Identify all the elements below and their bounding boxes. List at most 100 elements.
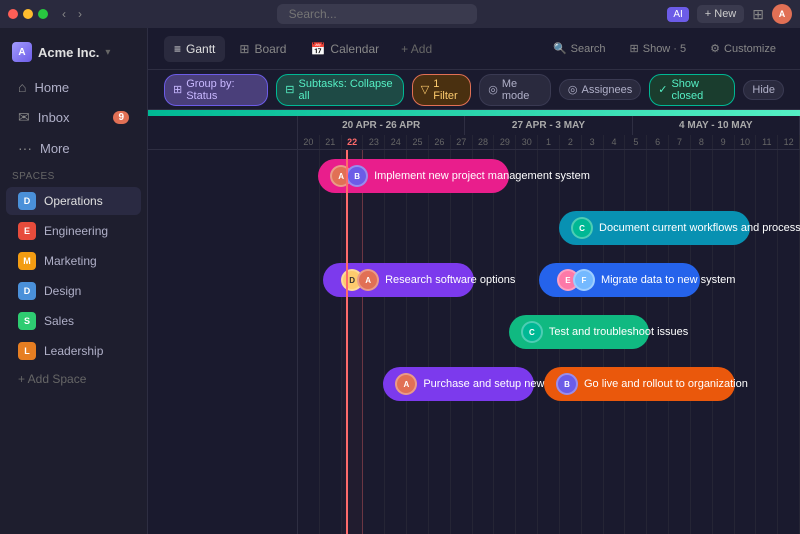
titlebar: ‹ › AI + New ⊞ A [0, 0, 800, 28]
task-avatars-purchase: A [395, 373, 417, 395]
tab-board[interactable]: ⊞ Board [229, 36, 296, 62]
board-label: Board [254, 42, 286, 56]
tab-calendar[interactable]: 📅 Calendar [300, 36, 389, 62]
calendar-icon: 📅 [310, 42, 325, 56]
timeline-header: 20 APR - 26 APR 27 APR - 3 MAY 4 MAY - 1… [148, 116, 800, 150]
avatar-7: F [573, 269, 595, 291]
filter-bar: ⊞ Group by: Status ⊟ Subtasks: Collapse … [148, 70, 800, 110]
close-dot[interactable] [8, 9, 18, 19]
ai-badge: AI [667, 7, 688, 22]
date-ranges: 20 APR - 26 APR 27 APR - 3 MAY 4 MAY - 1… [298, 116, 800, 135]
hide-label: Hide [752, 84, 775, 96]
design-label: Design [44, 284, 81, 298]
task-label-migrate: Migrate data to new system [601, 274, 736, 286]
sidebar-item-design[interactable]: D Design [6, 277, 141, 305]
day-26: 26 [429, 135, 451, 149]
day-3: 3 [582, 135, 604, 149]
tab-gantt[interactable]: ≡ Gantt [164, 36, 225, 62]
subtasks-label: Subtasks: Collapse all [299, 78, 395, 102]
sidebar-item-more[interactable]: ··· More [6, 134, 141, 162]
show-icon: ⊞ [630, 42, 639, 55]
customize-button[interactable]: ⚙ Customize [702, 38, 784, 59]
task-bar-document[interactable]: C Document current workflows and process… [559, 211, 750, 245]
task-bar-test[interactable]: C Test and troubleshoot issues [509, 315, 650, 349]
assignees-label: Assignees [581, 84, 632, 96]
date-range-apr20: 20 APR - 26 APR [298, 116, 465, 135]
timeline: 20 APR - 26 APR 27 APR - 3 MAY 4 MAY - 1… [148, 116, 800, 534]
search-button[interactable]: 🔍 Search [545, 38, 614, 59]
forward-button[interactable]: › [74, 5, 86, 23]
group-by-icon: ⊞ [173, 83, 182, 96]
day-25: 25 [407, 135, 429, 149]
sidebar-item-marketing[interactable]: M Marketing [6, 247, 141, 275]
day-27: 27 [451, 135, 473, 149]
show-closed-filter[interactable]: ✓ Show closed [649, 74, 735, 106]
assignees-icon: ◎ [568, 83, 578, 96]
window-controls [8, 9, 48, 19]
marketing-dot: M [18, 252, 36, 270]
avatar-10: B [556, 373, 578, 395]
home-label: Home [34, 80, 69, 95]
search-input[interactable] [277, 4, 477, 24]
timeline-dates: 20 APR - 26 APR 27 APR - 3 MAY 4 MAY - 1… [298, 116, 800, 149]
subtasks-filter[interactable]: ⊟ Subtasks: Collapse all [276, 74, 403, 106]
hide-filter[interactable]: Hide [743, 80, 784, 100]
task-bar-golive[interactable]: B Go live and rollout to organization [544, 367, 735, 401]
task-avatars-test: C [521, 321, 543, 343]
task-avatars-doc: C [571, 217, 593, 239]
add-view-button[interactable]: + Add [393, 36, 440, 62]
task-bar-migrate[interactable]: E F Migrate data to new system [539, 263, 700, 297]
task-label-document: Document current workflows and processes [599, 222, 800, 234]
day-1: 1 [538, 135, 560, 149]
gantt-icon: ≡ [174, 42, 181, 56]
gantt-row-3: C Test and troubleshoot issues [298, 306, 800, 358]
day-11: 11 [756, 135, 778, 149]
day-22-today: 22 [342, 135, 364, 149]
day-28: 28 [473, 135, 495, 149]
gantt-row-1: C Document current workflows and process… [298, 202, 800, 254]
sidebar-item-sales[interactable]: S Sales [6, 307, 141, 335]
day-10: 10 [735, 135, 757, 149]
add-space-button[interactable]: + Add Space [6, 367, 141, 391]
me-mode-filter[interactable]: ◎ Me mode [479, 74, 551, 106]
day-21: 21 [320, 135, 342, 149]
sidebar-item-operations[interactable]: D Operations [6, 187, 141, 215]
sidebar-item-leadership[interactable]: L Leadership [6, 337, 141, 365]
day-numbers: 20 21 22 23 24 25 26 27 28 29 30 1 2 3 [298, 135, 800, 149]
main-content: ≡ Gantt ⊞ Board 📅 Calendar + Add 🔍 Searc… [148, 28, 800, 534]
sidebar-logo[interactable]: A Acme Inc. ▾ [0, 36, 147, 68]
day-20: 20 [298, 135, 320, 149]
filter-label: 1 Filter [433, 78, 462, 102]
avatar-3: C [571, 217, 593, 239]
task-bar-purchase[interactable]: A Purchase and setup new software [383, 367, 534, 401]
day-8: 8 [691, 135, 713, 149]
back-button[interactable]: ‹ [58, 5, 70, 23]
marketing-label: Marketing [44, 254, 97, 268]
me-mode-label: Me mode [502, 78, 542, 102]
logo-icon: A [12, 42, 32, 62]
sidebar-item-inbox[interactable]: ✉ Inbox 9 [6, 103, 141, 132]
sidebar-item-engineering[interactable]: E Engineering [6, 217, 141, 245]
user-avatar: A [772, 4, 792, 24]
assignees-filter[interactable]: ◎ Assignees [559, 79, 641, 100]
minimize-dot[interactable] [23, 9, 33, 19]
calendar-label: Calendar [330, 42, 379, 56]
task-avatars-golive: B [556, 373, 578, 395]
show-closed-icon: ✓ [658, 83, 667, 96]
show-closed-label: Show closed [671, 78, 726, 102]
more-label: More [40, 141, 70, 156]
show-button[interactable]: ⊞ Show · 5 [622, 38, 695, 59]
group-by-filter[interactable]: ⊞ Group by: Status [164, 74, 268, 106]
sidebar-item-home[interactable]: ⌂ Home [6, 73, 141, 101]
avatar-2: B [346, 165, 368, 187]
gantt-body: TODAY A B Implement new project manage [148, 150, 800, 534]
task-label-implement: Implement new project management system [374, 170, 590, 182]
filter-icon: ▽ [421, 83, 429, 96]
view-header-actions: 🔍 Search ⊞ Show · 5 ⚙ Customize [545, 38, 784, 59]
inbox-label: Inbox [38, 110, 70, 125]
maximize-dot[interactable] [38, 9, 48, 19]
app-body: A Acme Inc. ▾ ⌂ Home ✉ Inbox 9 ··· More … [0, 28, 800, 534]
new-button[interactable]: + New [697, 5, 745, 23]
filter-pill[interactable]: ▽ 1 Filter [412, 74, 472, 106]
avatar-8: C [521, 321, 543, 343]
